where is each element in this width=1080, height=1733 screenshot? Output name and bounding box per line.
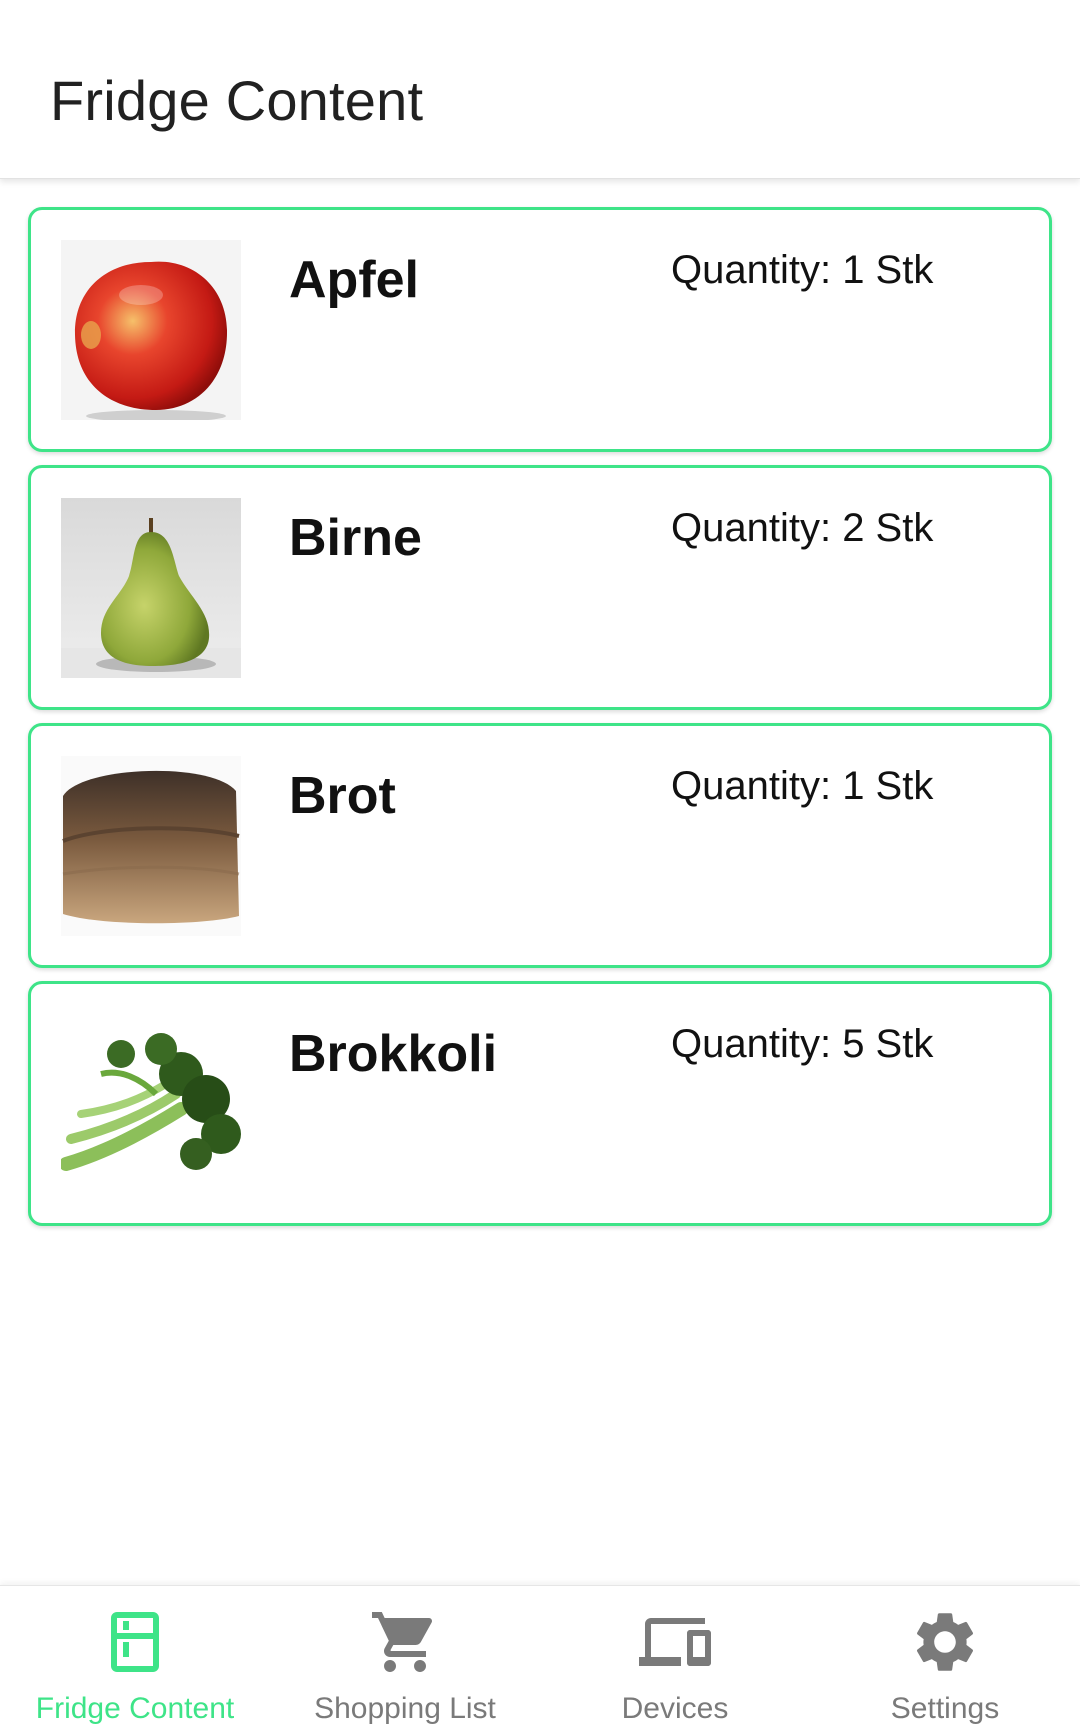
nav-label-settings: Settings <box>890 1692 1000 1725</box>
nav-label-fridge-content: Fridge Content <box>35 1692 235 1725</box>
nav-item-fridge-content[interactable]: Fridge Content <box>0 1586 270 1733</box>
item-name: Brot <box>289 767 396 825</box>
nav-item-shopping-list[interactable]: Shopping List <box>270 1586 540 1733</box>
item-name: Apfel <box>289 251 419 309</box>
fridge-item-card[interactable]: Brot Quantity: 1 Stk <box>28 723 1052 968</box>
nav-label-devices: Devices <box>621 1692 729 1725</box>
nav-item-settings[interactable]: Settings <box>810 1586 1080 1733</box>
fridge-item-card[interactable]: Apfel Quantity: 1 Stk <box>28 207 1052 452</box>
devices-icon <box>639 1606 711 1678</box>
cart-icon <box>369 1606 441 1678</box>
gear-icon <box>909 1606 981 1678</box>
item-name: Brokkoli <box>289 1025 498 1083</box>
pear-image <box>61 498 241 678</box>
bread-image <box>61 756 241 936</box>
app-root: Fridge Content Apfel Quantity: 1 Stk Bir… <box>0 0 1080 1733</box>
fridge-item-card[interactable]: Birne Quantity: 2 Stk <box>28 465 1052 710</box>
nav-label-shopping-list: Shopping List <box>314 1692 496 1725</box>
item-quantity: Quantity: 2 Stk <box>671 506 934 550</box>
broccoli-image <box>61 1014 241 1194</box>
app-bar: Fridge Content <box>0 0 1080 179</box>
apple-image <box>61 240 241 420</box>
item-quantity: Quantity: 1 Stk <box>671 248 934 292</box>
nav-item-devices[interactable]: Devices <box>540 1586 810 1733</box>
item-name: Birne <box>289 509 422 567</box>
item-quantity: Quantity: 1 Stk <box>671 764 934 808</box>
item-quantity: Quantity: 5 Stk <box>671 1022 934 1066</box>
fridge-icon <box>99 1606 171 1678</box>
fridge-item-list[interactable]: Apfel Quantity: 1 Stk Birne Quantity: 2 … <box>28 207 1052 1239</box>
fridge-item-card[interactable]: Brokkoli Quantity: 5 Stk <box>28 981 1052 1226</box>
page-title: Fridge Content <box>50 69 424 132</box>
bottom-navigation: Fridge Content Shopping List Devices Set… <box>0 1585 1080 1733</box>
